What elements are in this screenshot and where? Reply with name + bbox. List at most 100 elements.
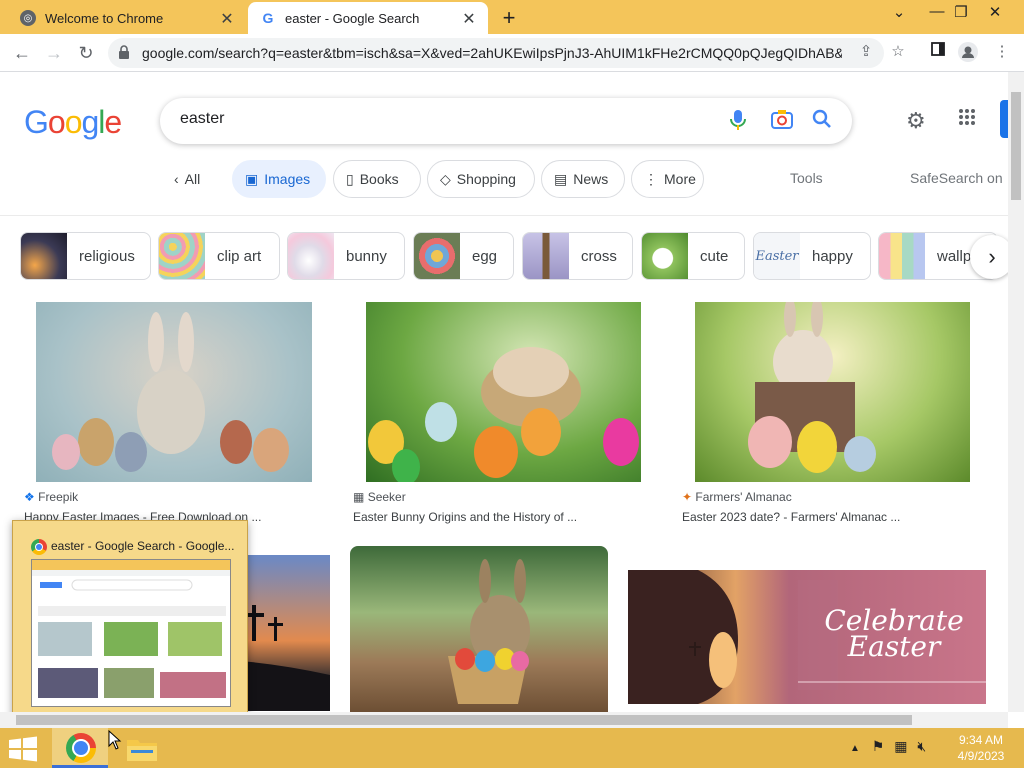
new-tab-button[interactable]: + xyxy=(498,5,520,31)
image-result[interactable]: ▦ Seeker Easter Bunny Origins and the Hi… xyxy=(349,302,659,532)
clock-time: 9:34 AM xyxy=(958,733,1004,747)
result-title[interactable]: Easter 2023 date? - Farmers' Almanac ... xyxy=(682,510,900,524)
tab-all[interactable]: ‹ All xyxy=(162,160,222,198)
chrome-taskbar-button[interactable] xyxy=(52,728,108,768)
result-source[interactable]: ✦ Farmers' Almanac xyxy=(682,490,792,504)
related-thumbnail xyxy=(879,233,925,279)
flag-icon[interactable]: ⚑ xyxy=(872,738,885,754)
settings-gear-icon[interactable]: ⚙ xyxy=(906,108,926,134)
tab-news[interactable]: ▤ News xyxy=(541,160,625,198)
related-chip-cute[interactable]: cute xyxy=(641,232,745,280)
search-box[interactable]: easter xyxy=(160,98,852,144)
google-favicon-icon: G xyxy=(262,10,274,26)
result-image[interactable] xyxy=(366,302,641,485)
chevron-right-icon[interactable]: › xyxy=(970,235,1008,279)
tools-button[interactable]: Tools xyxy=(790,170,823,186)
newspaper-icon: ▤ xyxy=(554,170,568,187)
safesearch-toggle[interactable]: SafeSearch on xyxy=(910,170,1003,186)
side-panel-icon[interactable] xyxy=(928,42,948,62)
google-logo[interactable]: Google xyxy=(24,104,122,141)
result-title[interactable]: Easter Bunny Origins and the History of … xyxy=(353,510,577,524)
tab-more[interactable]: ⋮ More xyxy=(631,160,704,198)
related-thumbnail xyxy=(414,233,460,279)
address-bar[interactable]: google.com/search?q=easter&tbm=isch&sa=X… xyxy=(108,38,884,68)
chrome-favicon-icon: ◎ xyxy=(20,10,36,26)
related-chip-religious[interactable]: religious xyxy=(20,232,151,280)
related-chip-egg[interactable]: egg xyxy=(413,232,514,280)
windows-taskbar: ▲ ⚑ ▦ 🔇︎ 9:34 AM 4/9/2023 xyxy=(0,728,1024,768)
result-image[interactable] xyxy=(695,297,970,482)
related-thumbnail xyxy=(642,233,688,279)
clock-date: 4/9/2023 xyxy=(957,749,1005,763)
related-chip-bunny[interactable]: bunny xyxy=(287,232,405,280)
close-tab-icon[interactable]: ✕ xyxy=(460,9,478,29)
windows-start-icon[interactable] xyxy=(8,736,38,762)
tab-easter-google-search[interactable]: G easter - Google Search ✕ xyxy=(248,2,488,34)
related-chip-cross[interactable]: cross xyxy=(522,232,633,280)
menu-kebab-icon[interactable]: ⋮ xyxy=(992,42,1012,62)
chevron-left-icon: ‹ xyxy=(174,171,179,187)
mouse-cursor-icon xyxy=(108,730,122,750)
system-tray: ▲ ⚑ ▦ 🔇︎ xyxy=(850,738,926,755)
tab-books[interactable]: ▯ Books xyxy=(333,160,421,198)
browser-toolbar: ← → ↻ google.com/search?q=easter&tbm=isc… xyxy=(0,34,1024,72)
sign-in-button[interactable] xyxy=(1000,100,1008,138)
image-result[interactable] xyxy=(350,546,608,712)
horizontal-scrollbar[interactable] xyxy=(0,712,1008,728)
result-source[interactable]: ▦ Seeker xyxy=(353,490,406,504)
reload-button[interactable]: ↻ xyxy=(74,41,98,65)
system-clock[interactable]: 9:34 AM 4/9/2023 xyxy=(946,732,1016,764)
preview-thumbnail[interactable] xyxy=(31,559,231,707)
image-result[interactable]: ✦ Farmers' Almanac Easter 2023 date? - F… xyxy=(678,297,988,532)
more-vertical-icon: ⋮ xyxy=(644,170,658,187)
preview-title: easter - Google Search - Google... xyxy=(51,539,235,553)
related-thumbnail: Easter xyxy=(754,233,800,279)
book-icon: ▯ xyxy=(346,170,354,187)
tab-title: easter - Google Search xyxy=(285,10,420,26)
search-icon[interactable] xyxy=(810,109,834,133)
farmers-almanac-favicon-icon: ✦ xyxy=(682,490,693,504)
image-result[interactable]: Celebrate Easter xyxy=(628,570,986,704)
bookmark-star-icon[interactable]: ☆ xyxy=(888,42,908,62)
related-thumbnail xyxy=(21,233,67,279)
close-window-button[interactable]: ✕ xyxy=(980,3,1010,21)
freepik-favicon-icon: ❖ xyxy=(24,490,35,504)
result-image[interactable] xyxy=(36,302,312,482)
restore-button[interactable]: ❐ xyxy=(946,3,976,21)
file-explorer-icon[interactable] xyxy=(126,736,158,762)
divider xyxy=(0,215,1008,216)
share-icon[interactable]: ⇪ xyxy=(856,42,876,62)
chevron-up-icon[interactable]: ▲ xyxy=(850,743,860,754)
search-query-text[interactable]: easter xyxy=(180,110,224,128)
forward-button[interactable]: → xyxy=(42,41,66,65)
network-icon[interactable]: ▦ xyxy=(894,738,907,754)
tab-welcome-to-chrome[interactable]: ◎ Welcome to Chrome ✕ xyxy=(8,2,246,34)
result-image[interactable]: Celebrate Easter xyxy=(628,570,986,704)
related-chip-happy[interactable]: Easter happy xyxy=(753,232,871,280)
profile-avatar-icon[interactable] xyxy=(958,42,978,62)
vertical-scrollbar[interactable] xyxy=(1008,72,1024,712)
back-button[interactable]: ← xyxy=(10,41,34,65)
tab-images[interactable]: ▣ Images xyxy=(232,160,326,198)
result-source[interactable]: ❖ Freepik xyxy=(24,490,78,504)
tab-strip: ◎ Welcome to Chrome ✕ G easter - Google … xyxy=(0,0,1024,34)
image-icon: ▣ xyxy=(245,170,259,187)
volume-muted-icon[interactable]: 🔇︎ xyxy=(917,738,926,754)
related-chip-clip-art[interactable]: clip art xyxy=(158,232,280,280)
tab-search-dropdown-icon[interactable]: ⌄ xyxy=(884,3,914,21)
taskbar-window-preview[interactable]: easter - Google Search - Google... xyxy=(12,520,248,712)
chrome-icon xyxy=(66,733,96,763)
overlay-text: Celebrate Easter xyxy=(824,604,964,663)
chrome-icon xyxy=(31,539,47,555)
microphone-icon[interactable] xyxy=(726,109,750,133)
lock-icon[interactable] xyxy=(118,45,130,62)
tab-title: Welcome to Chrome xyxy=(45,10,164,26)
google-apps-grid-icon[interactable] xyxy=(958,108,976,131)
search-results-page: Google easter ⚙ ‹ All ▣ Images ▯ Books ◇… xyxy=(0,72,1008,712)
image-result[interactable]: ❖ Freepik Happy Easter Images - Free Dow… xyxy=(20,302,330,532)
related-thumbnail xyxy=(288,233,334,279)
tab-shopping[interactable]: ◇ Shopping xyxy=(427,160,535,198)
camera-lens-icon[interactable] xyxy=(770,109,794,133)
result-image[interactable] xyxy=(350,546,608,712)
close-tab-icon[interactable]: ✕ xyxy=(218,9,236,29)
